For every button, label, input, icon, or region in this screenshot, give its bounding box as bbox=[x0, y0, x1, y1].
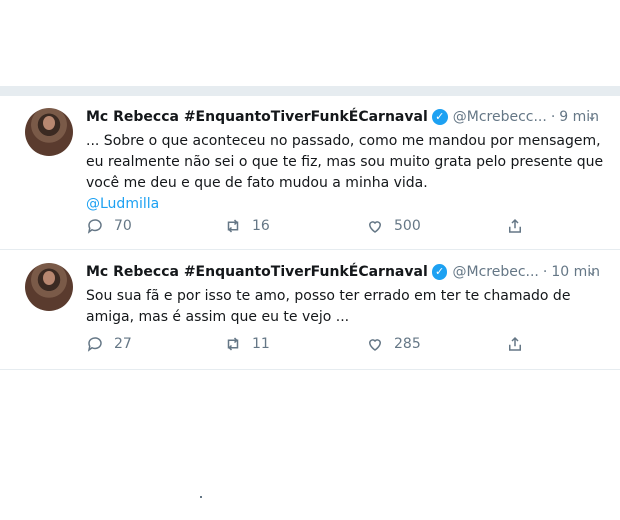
retweet-button[interactable]: 16 bbox=[224, 217, 270, 235]
avatar[interactable] bbox=[25, 263, 73, 311]
reply-count: 27 bbox=[114, 336, 132, 352]
tweet-actions: 27 11 285 bbox=[86, 335, 521, 357]
retweet-button[interactable]: 11 bbox=[224, 335, 270, 353]
reply-button[interactable]: 27 bbox=[86, 335, 132, 353]
reply-count: 70 bbox=[114, 218, 132, 234]
tweet-header: Mc Rebecca #EnquantoTiverFunkÉCarnaval ✓… bbox=[86, 106, 600, 128]
share-button[interactable] bbox=[506, 335, 534, 353]
display-name[interactable]: Mc Rebecca #EnquantoTiverFunkÉCarnaval bbox=[86, 109, 428, 125]
mention-link[interactable]: @Ludmilla bbox=[86, 194, 606, 215]
like-button[interactable]: 285 bbox=[366, 335, 421, 353]
tweet-text: ... Sobre o que aconteceu no passado, co… bbox=[86, 131, 606, 215]
tweet[interactable]: Mc Rebecca #EnquantoTiverFunkÉCarnaval ✓… bbox=[0, 96, 620, 250]
share-icon bbox=[509, 218, 521, 233]
chevron-down-icon[interactable]: ⌄ bbox=[584, 263, 600, 279]
verified-badge-icon: ✓ bbox=[431, 264, 448, 280]
tweet-body: ... Sobre o que aconteceu no passado, co… bbox=[86, 133, 604, 191]
tweet[interactable]: Mc Rebecca #EnquantoTiverFunkÉCarnaval ✓… bbox=[0, 251, 620, 370]
retweet-count: 16 bbox=[252, 218, 270, 234]
retweet-icon bbox=[227, 337, 239, 351]
username-handle[interactable]: @Mcrebecc... bbox=[453, 109, 547, 125]
chevron-down-icon[interactable]: ⌄ bbox=[584, 108, 600, 124]
share-button[interactable] bbox=[506, 217, 534, 235]
retweet-count: 11 bbox=[252, 336, 270, 352]
reply-button[interactable]: 70 bbox=[86, 217, 132, 235]
like-count: 285 bbox=[394, 336, 421, 352]
reply-icon bbox=[87, 219, 102, 234]
heart-icon bbox=[368, 339, 382, 351]
like-button[interactable]: 500 bbox=[366, 217, 421, 235]
avatar[interactable] bbox=[25, 108, 73, 156]
tweet-text: Sou sua fã e por isso te amo, posso ter … bbox=[86, 286, 606, 328]
username-handle[interactable]: @Mcrebec... bbox=[452, 264, 538, 280]
retweet-icon bbox=[227, 219, 239, 233]
verified-badge-icon: ✓ bbox=[431, 109, 448, 125]
heart-icon bbox=[368, 221, 382, 233]
stray-dot bbox=[200, 496, 202, 498]
tweet-body: Sou sua fã e por isso te amo, posso ter … bbox=[86, 288, 571, 325]
separator-dot: · bbox=[542, 264, 548, 280]
tweet-header: Mc Rebecca #EnquantoTiverFunkÉCarnaval ✓… bbox=[86, 261, 600, 283]
timeline-top-band bbox=[0, 86, 620, 96]
separator-dot: · bbox=[550, 109, 556, 125]
display-name[interactable]: Mc Rebecca #EnquantoTiverFunkÉCarnaval bbox=[86, 264, 428, 280]
share-icon bbox=[509, 336, 521, 351]
like-count: 500 bbox=[394, 218, 421, 234]
tweet-actions: 70 16 500 bbox=[86, 217, 521, 239]
reply-icon bbox=[87, 337, 102, 352]
